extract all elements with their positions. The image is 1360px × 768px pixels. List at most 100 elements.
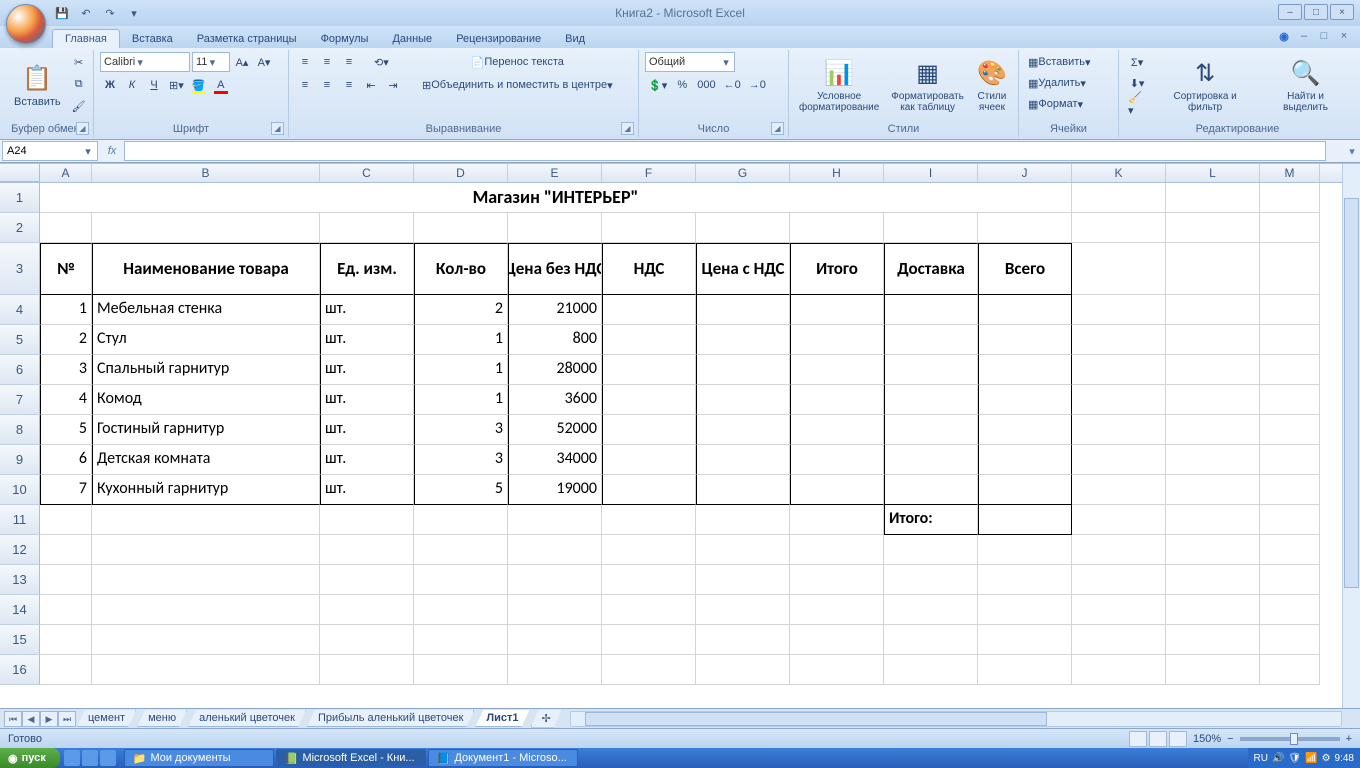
sheet-tab-active[interactable]: Лист1 bbox=[475, 710, 529, 727]
cell[interactable]: 28000 bbox=[508, 355, 602, 385]
cell[interactable] bbox=[790, 595, 884, 625]
cell[interactable] bbox=[1072, 565, 1166, 595]
header-cell[interactable]: № bbox=[40, 243, 92, 295]
col-header-g[interactable]: G bbox=[696, 164, 790, 182]
quicklaunch-icon[interactable] bbox=[64, 750, 80, 766]
font-color-icon[interactable]: A bbox=[211, 75, 231, 95]
sheet-nav-first-icon[interactable]: ⏮ bbox=[4, 711, 22, 727]
qat-dropdown-icon[interactable]: ▾ bbox=[124, 3, 144, 23]
cell[interactable] bbox=[696, 565, 790, 595]
align-left-icon[interactable]: ≡ bbox=[295, 75, 315, 95]
cell[interactable] bbox=[320, 625, 414, 655]
insert-cells-button[interactable]: ▦ Вставить ▾ bbox=[1025, 52, 1094, 72]
underline-button[interactable]: Ч bbox=[144, 75, 164, 95]
cell[interactable] bbox=[1260, 213, 1320, 243]
fx-icon[interactable]: fx bbox=[100, 145, 124, 157]
view-break-icon[interactable] bbox=[1169, 731, 1187, 747]
cell[interactable] bbox=[978, 445, 1072, 475]
cell[interactable] bbox=[414, 505, 508, 535]
cell[interactable] bbox=[1166, 415, 1260, 445]
currency-icon[interactable]: 💲▾ bbox=[645, 75, 670, 95]
cell[interactable] bbox=[696, 625, 790, 655]
row-header[interactable]: 7 bbox=[0, 385, 40, 415]
cell[interactable]: 7 bbox=[40, 475, 92, 505]
cell[interactable] bbox=[602, 385, 696, 415]
cell[interactable] bbox=[1166, 565, 1260, 595]
redo-icon[interactable]: ↷ bbox=[100, 3, 120, 23]
save-icon[interactable]: 💾 bbox=[52, 3, 72, 23]
format-as-table-button[interactable]: ▦Форматировать как таблицу bbox=[887, 52, 968, 118]
header-cell[interactable]: Цена без НДС bbox=[508, 243, 602, 295]
sheet-nav-prev-icon[interactable]: ◀ bbox=[22, 711, 40, 727]
copy-icon[interactable]: ⧉ bbox=[69, 74, 89, 94]
cell[interactable] bbox=[602, 355, 696, 385]
cell[interactable] bbox=[790, 505, 884, 535]
cell[interactable]: 6 bbox=[40, 445, 92, 475]
cell[interactable] bbox=[696, 355, 790, 385]
align-center-icon[interactable]: ≡ bbox=[317, 75, 337, 95]
cell[interactable] bbox=[40, 625, 92, 655]
tab-insert[interactable]: Вставка bbox=[120, 30, 185, 48]
cell[interactable] bbox=[1072, 625, 1166, 655]
cell[interactable] bbox=[790, 445, 884, 475]
cell[interactable]: Спальный гарнитур bbox=[92, 355, 320, 385]
cell[interactable]: Кухонный гарнитур bbox=[92, 475, 320, 505]
zoom-out-icon[interactable]: − bbox=[1227, 733, 1233, 745]
col-header-a[interactable]: A bbox=[40, 164, 92, 182]
cell[interactable]: 1 bbox=[414, 385, 508, 415]
col-header-l[interactable]: L bbox=[1166, 164, 1260, 182]
tab-formulas[interactable]: Формулы bbox=[309, 30, 381, 48]
font-name-combo[interactable]: Calibri▾ bbox=[100, 52, 190, 72]
cell[interactable] bbox=[414, 213, 508, 243]
cell[interactable] bbox=[1260, 445, 1320, 475]
zoom-in-icon[interactable]: + bbox=[1346, 733, 1352, 745]
cell[interactable] bbox=[790, 415, 884, 445]
sheet-tab[interactable]: цемент bbox=[77, 710, 136, 727]
row-header[interactable]: 1 bbox=[0, 183, 40, 213]
cell[interactable] bbox=[696, 415, 790, 445]
header-cell[interactable]: Цена с НДС bbox=[696, 243, 790, 295]
grow-font-icon[interactable]: A▴ bbox=[232, 52, 252, 72]
cell[interactable] bbox=[884, 385, 978, 415]
cell[interactable] bbox=[790, 565, 884, 595]
cell[interactable]: 52000 bbox=[508, 415, 602, 445]
header-cell[interactable]: Ед. изм. bbox=[320, 243, 414, 295]
cell[interactable] bbox=[696, 325, 790, 355]
cut-icon[interactable]: ✂ bbox=[69, 52, 89, 72]
cell[interactable]: 2 bbox=[414, 295, 508, 325]
cell[interactable] bbox=[696, 475, 790, 505]
cell[interactable] bbox=[1260, 295, 1320, 325]
cell[interactable] bbox=[1260, 415, 1320, 445]
cell[interactable] bbox=[696, 213, 790, 243]
cell[interactable] bbox=[696, 295, 790, 325]
cell[interactable] bbox=[414, 535, 508, 565]
autosum-icon[interactable]: Σ▾ bbox=[1125, 52, 1149, 72]
cell[interactable]: шт. bbox=[320, 295, 414, 325]
cell[interactable] bbox=[978, 415, 1072, 445]
sheet-nav-next-icon[interactable]: ▶ bbox=[40, 711, 58, 727]
decrease-decimal-icon[interactable]: →0 bbox=[746, 75, 769, 95]
col-header-d[interactable]: D bbox=[414, 164, 508, 182]
increase-decimal-icon[interactable]: ←0 bbox=[721, 75, 744, 95]
font-dialog-icon[interactable]: ◢ bbox=[271, 122, 284, 135]
col-header-b[interactable]: B bbox=[92, 164, 320, 182]
italic-button[interactable]: К bbox=[122, 75, 142, 95]
row-header[interactable]: 6 bbox=[0, 355, 40, 385]
sort-filter-button[interactable]: ⇅Сортировка и фильтр bbox=[1153, 52, 1257, 118]
col-header-e[interactable]: E bbox=[508, 164, 602, 182]
cell[interactable] bbox=[884, 355, 978, 385]
tab-page-layout[interactable]: Разметка страницы bbox=[185, 30, 309, 48]
office-button[interactable] bbox=[6, 4, 46, 44]
cell[interactable] bbox=[884, 655, 978, 685]
tab-review[interactable]: Рецензирование bbox=[444, 30, 553, 48]
header-cell[interactable] bbox=[1072, 243, 1166, 295]
cell[interactable]: 3 bbox=[40, 355, 92, 385]
fill-icon[interactable]: ⬇▾ bbox=[1125, 73, 1149, 93]
cell[interactable] bbox=[978, 295, 1072, 325]
tray-icon[interactable]: 📶 bbox=[1305, 753, 1317, 764]
row-header[interactable]: 9 bbox=[0, 445, 40, 475]
cell[interactable]: 21000 bbox=[508, 295, 602, 325]
sheet-tab[interactable]: меню bbox=[137, 710, 187, 727]
cell[interactable] bbox=[320, 535, 414, 565]
cell[interactable] bbox=[884, 325, 978, 355]
